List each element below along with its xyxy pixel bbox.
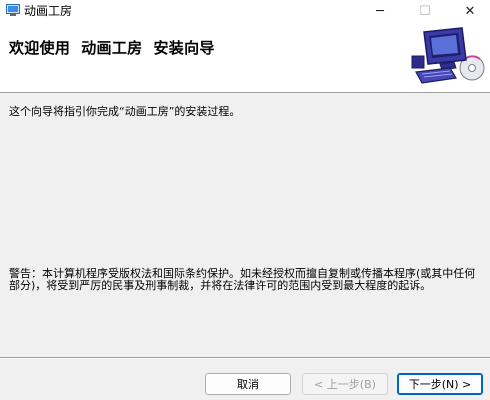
minimize-button[interactable]: ─ bbox=[360, 0, 400, 22]
cancel-button[interactable]: 取消 bbox=[205, 373, 291, 395]
next-button[interactable]: 下一步(N) > bbox=[397, 373, 483, 395]
page-title: 欢迎使用 动画工房 安装向导 bbox=[9, 39, 215, 57]
title-bar: 动画工房 ─ ☐ ✕ bbox=[0, 0, 490, 22]
wizard-header: 欢迎使用 动画工房 安装向导 bbox=[0, 22, 490, 93]
close-button[interactable]: ✕ bbox=[450, 0, 490, 22]
back-button[interactable]: < 上一步(B) bbox=[302, 373, 388, 395]
footer-divider bbox=[0, 357, 490, 359]
window-title: 动画工房 bbox=[24, 4, 73, 18]
intro-text: 这个向导将指引你完成“动画工房”的安装过程。 bbox=[9, 105, 241, 118]
installer-icon bbox=[6, 4, 20, 16]
computer-cd-icon bbox=[411, 27, 485, 84]
maximize-button[interactable]: ☐ bbox=[405, 0, 445, 22]
copyright-warning: 警告：本计算机程序受版权法和国际条约保护。如未经授权而擅自复制或传播本程序(或其… bbox=[9, 267, 476, 292]
